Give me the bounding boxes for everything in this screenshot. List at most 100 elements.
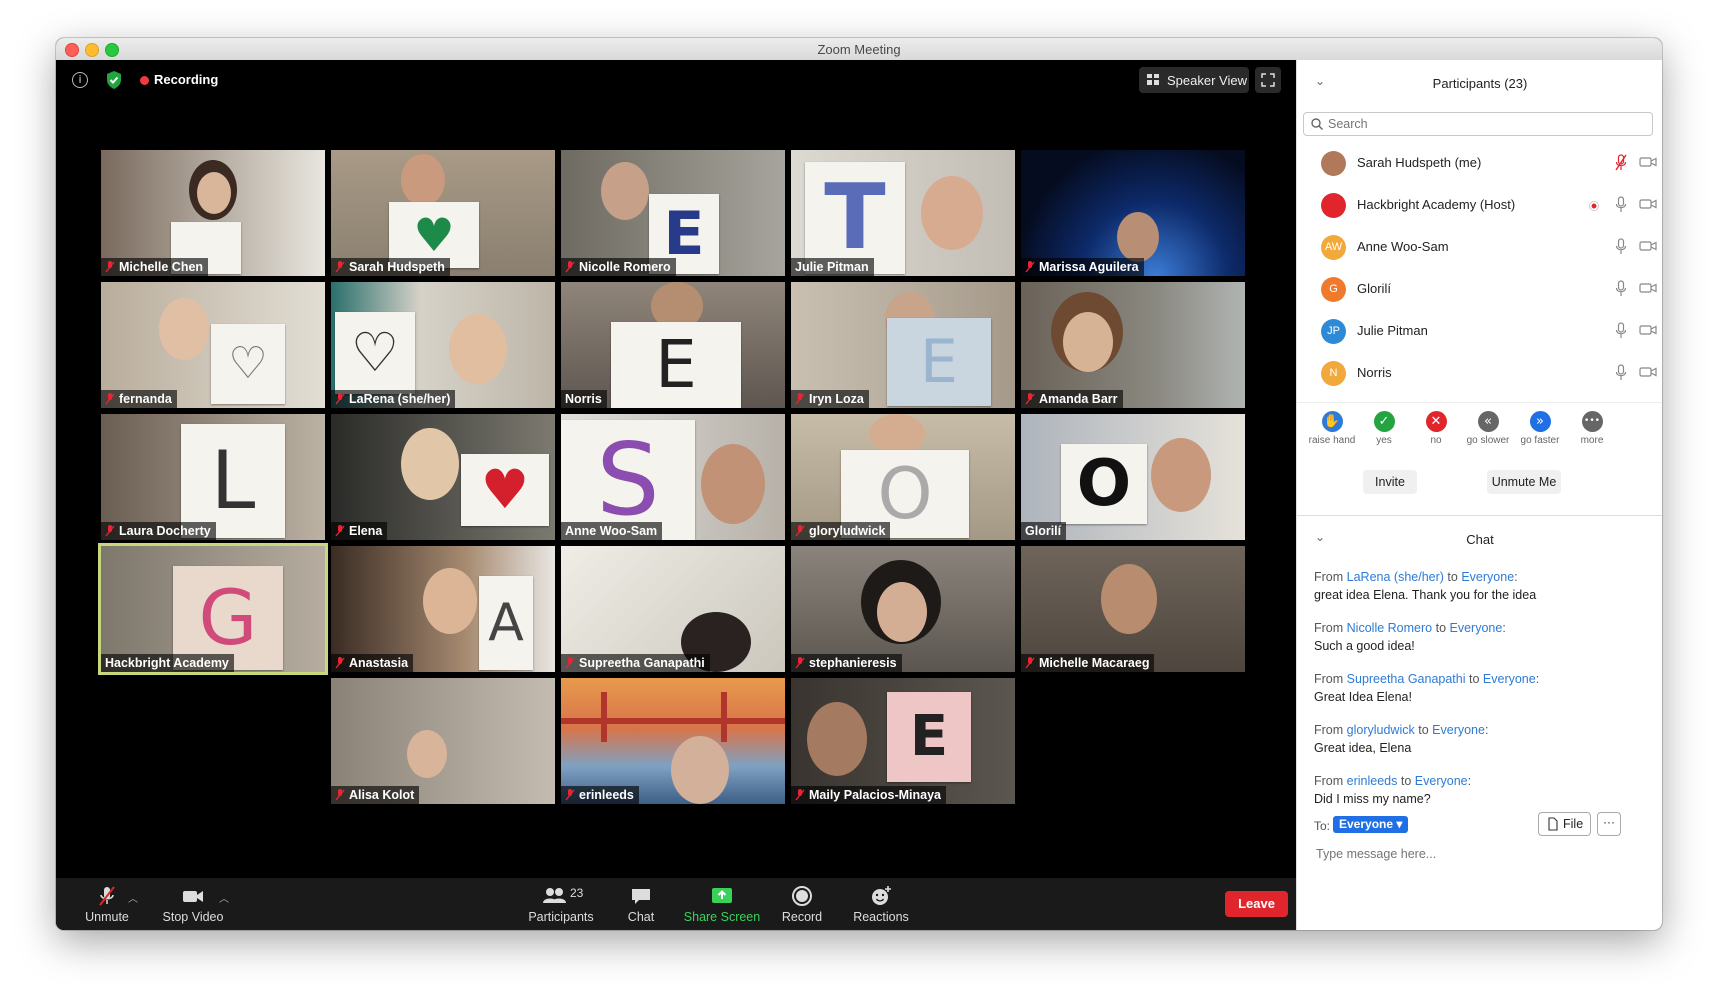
video-tile[interactable]: Michelle Chen	[101, 150, 325, 276]
sender-link[interactable]: LaRena (she/her)	[1347, 570, 1444, 584]
chat-button[interactable]: Chat	[614, 884, 668, 924]
audio-options-chevron-icon[interactable]: ︿	[128, 890, 138, 905]
from-label: From	[1314, 672, 1344, 686]
participant-row[interactable]: N Norris	[1297, 352, 1662, 392]
speaker-view-button[interactable]: Speaker View	[1139, 67, 1249, 93]
recipient-link[interactable]: Everyone	[1415, 774, 1468, 788]
video-tile[interactable]: ♡ LaRena (she/her)	[331, 282, 555, 408]
muted-mic-icon	[335, 261, 345, 273]
title-bar: Zoom Meeting	[56, 38, 1662, 61]
participant-name: Laura Docherty	[101, 522, 216, 540]
recipient-dropdown[interactable]: Everyone ▾	[1333, 816, 1409, 833]
sender-link[interactable]: Supreetha Ganapathi	[1347, 672, 1466, 686]
muted-mic-icon	[335, 525, 345, 537]
video-tile[interactable]: O Glorilí	[1021, 414, 1245, 540]
chat-message-text: Great idea, Elena	[1314, 741, 1412, 755]
participant-row[interactable]: Sarah Hudspeth (me)	[1297, 142, 1662, 184]
encryption-shield-icon[interactable]	[104, 70, 124, 90]
recipient-link[interactable]: Everyone	[1483, 672, 1536, 686]
participants-button[interactable]: Participants	[518, 884, 604, 924]
colon: :	[1502, 621, 1506, 635]
reaction-more-button[interactable]: ••• more	[1565, 411, 1619, 446]
video-camera-icon[interactable]	[1639, 240, 1657, 252]
mic-icon[interactable]	[1615, 364, 1627, 381]
video-tile[interactable]: S Anne Woo-Sam	[561, 414, 785, 540]
video-tile[interactable]: ♥ Elena	[331, 414, 555, 540]
video-tile[interactable]: ♥ Sarah Hudspeth	[331, 150, 555, 276]
leave-button[interactable]: Leave	[1225, 891, 1288, 917]
record-button[interactable]: Record	[775, 884, 829, 924]
participant-row[interactable]: JP Julie Pitman	[1297, 310, 1662, 352]
video-stage: i Recording Speaker View Michelle Chen ♥…	[56, 60, 1296, 930]
video-tile[interactable]: T Julie Pitman	[791, 150, 1015, 276]
participant-name: LaRena (she/her)	[331, 390, 456, 408]
participant-name: gloryludwick	[791, 522, 891, 540]
recording-label: Recording	[154, 72, 219, 87]
sender-link[interactable]: Nicolle Romero	[1347, 621, 1432, 635]
video-tile[interactable]: O gloryludwick	[791, 414, 1015, 540]
video-tile[interactable]: ♡ fernanda	[101, 282, 325, 408]
participant-row[interactable]: Hackbright Academy (Host)	[1297, 184, 1662, 226]
mic-icon[interactable]	[1615, 280, 1627, 297]
unmute-me-button[interactable]: Unmute Me	[1487, 470, 1561, 494]
more-options-button[interactable]: ···	[1597, 812, 1621, 836]
invite-button[interactable]: Invite	[1363, 470, 1417, 494]
sender-link[interactable]: erinleeds	[1347, 774, 1398, 788]
video-camera-icon[interactable]	[1639, 198, 1657, 210]
participant-row[interactable]: AW Anne Woo-Sam	[1297, 226, 1662, 268]
video-tile[interactable]: E Nicolle Romero	[561, 150, 785, 276]
video-tile[interactable]: stephanieresis	[791, 546, 1015, 672]
participants-title: Participants (23)	[1432, 76, 1528, 91]
participant-name: Anne Woo-Sam	[1357, 239, 1449, 254]
chat-message-input[interactable]	[1314, 846, 1638, 862]
video-tile-active-speaker[interactable]: G Hackbright Academy	[101, 546, 325, 672]
video-tile[interactable]: Supreetha Ganapathi	[561, 546, 785, 672]
search-input[interactable]	[1326, 115, 1630, 133]
video-tile[interactable]: Amanda Barr	[1021, 282, 1245, 408]
video-options-chevron-icon[interactable]: ︿	[219, 890, 229, 905]
share-screen-button[interactable]: Share Screen	[677, 884, 767, 924]
participants-list: Sarah Hudspeth (me) Hackbright Academy (H…	[1297, 142, 1662, 392]
mic-icon[interactable]	[1615, 238, 1627, 255]
reaction-yes-button[interactable]: ✓ yes	[1357, 411, 1411, 446]
fullscreen-button[interactable]	[1255, 67, 1281, 93]
video-tile[interactable]: E Iryn Loza	[791, 282, 1015, 408]
muted-mic-icon[interactable]	[1615, 154, 1627, 171]
reaction-raise-hand-button[interactable]: ✋ raise hand	[1305, 411, 1359, 446]
video-tile[interactable]: E Maily Palacios-Minaya	[791, 678, 1015, 804]
video-tile[interactable]: L Laura Docherty	[101, 414, 325, 540]
from-label: From	[1314, 723, 1344, 737]
participants-header: ⌄ Participants (23)	[1297, 60, 1662, 104]
participant-name: Marissa Aguilera	[1021, 258, 1144, 276]
video-tile[interactable]: A Anastasia	[331, 546, 555, 672]
reactions-button[interactable]: Reactions	[846, 884, 916, 924]
mic-icon[interactable]	[1615, 196, 1627, 213]
recipient-link[interactable]: Everyone	[1432, 723, 1485, 737]
video-camera-icon[interactable]	[1639, 156, 1657, 168]
sender-link[interactable]: gloryludwick	[1347, 723, 1415, 737]
reactions-smiley-icon	[872, 886, 891, 905]
to-word: to	[1468, 672, 1480, 686]
reaction-no-button[interactable]: ✕ no	[1409, 411, 1463, 446]
reaction-go-slower-button[interactable]: « go slower	[1461, 411, 1515, 446]
recipient-link[interactable]: Everyone	[1450, 621, 1503, 635]
mic-icon[interactable]	[1615, 322, 1627, 339]
info-icon[interactable]: i	[72, 72, 88, 88]
video-tile[interactable]: Alisa Kolot	[331, 678, 555, 804]
video-camera-icon[interactable]	[1639, 366, 1657, 378]
file-button[interactable]: File	[1538, 812, 1591, 836]
video-tile[interactable]: Michelle Macaraeg	[1021, 546, 1245, 672]
reaction-go-faster-button[interactable]: » go faster	[1513, 411, 1567, 446]
video-tile[interactable]: E Norris	[561, 282, 785, 408]
participant-row[interactable]: G Glorilí	[1297, 268, 1662, 310]
participant-name: Elena	[331, 522, 388, 540]
video-camera-icon[interactable]	[1639, 324, 1657, 336]
video-tile[interactable]: Marissa Aguilera	[1021, 150, 1245, 276]
muted-mic-icon	[105, 393, 115, 405]
participant-name: Glorilí	[1021, 522, 1067, 540]
video-camera-icon[interactable]	[1639, 282, 1657, 294]
recipient-link[interactable]: Everyone	[1461, 570, 1514, 584]
participant-search[interactable]	[1303, 112, 1653, 136]
reaction-label: no	[1430, 435, 1442, 446]
video-tile[interactable]: erinleeds	[561, 678, 785, 804]
